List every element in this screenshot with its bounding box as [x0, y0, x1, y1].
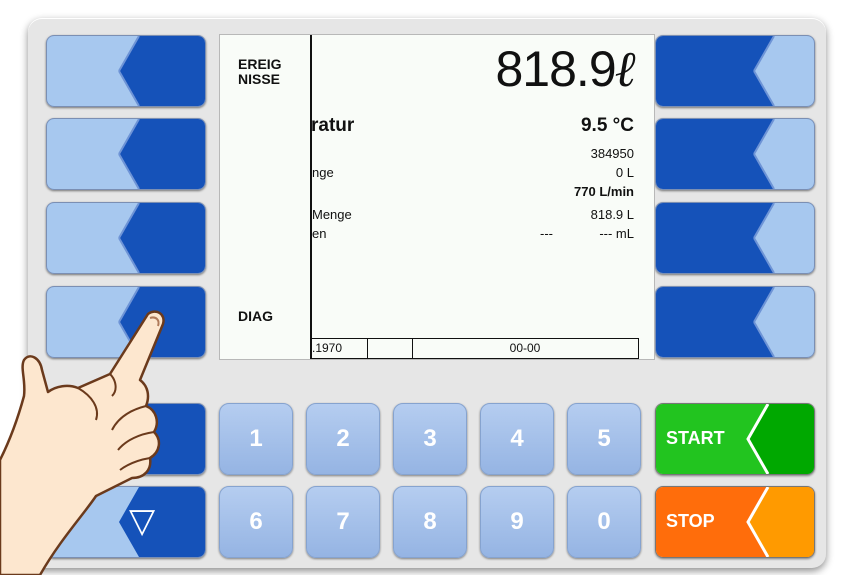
- menge-label: nge: [312, 165, 334, 180]
- status-date: .1970: [312, 339, 368, 358]
- key-2[interactable]: 2: [306, 403, 380, 475]
- softkey-left-1[interactable]: [46, 35, 206, 107]
- en-label: en: [312, 226, 327, 241]
- start-button[interactable]: START: [655, 403, 815, 475]
- softkey-right-2[interactable]: [655, 118, 815, 190]
- liter-unit-icon: ℓ: [615, 39, 637, 98]
- key-3[interactable]: 3: [393, 403, 467, 475]
- pointing-hand-icon: [0, 310, 165, 575]
- key-7[interactable]: 7: [306, 486, 380, 558]
- stop-button[interactable]: STOP: [655, 486, 815, 558]
- status-code: 00-00: [509, 341, 541, 355]
- softkey-left-3[interactable]: [46, 202, 206, 274]
- key-4[interactable]: 4: [480, 403, 554, 475]
- en-value-1: ---: [540, 226, 553, 241]
- volume-readout: 818.9ℓ: [495, 39, 638, 98]
- total-menge-label: Menge: [312, 207, 352, 222]
- counter-value: 384950: [590, 146, 634, 161]
- softkey-left-2[interactable]: [46, 118, 206, 190]
- en-value-2: --- mL: [599, 226, 634, 241]
- menge-value: 0 L: [615, 165, 634, 180]
- key-5[interactable]: 5: [567, 403, 641, 475]
- key-0[interactable]: 0: [567, 486, 641, 558]
- temperature-label: ratur: [311, 115, 355, 136]
- volume-value: 818.9: [495, 41, 617, 97]
- flow-rate-value: 770 L/min: [574, 184, 634, 199]
- start-label: START: [666, 428, 725, 448]
- diag-label: DIAG: [238, 308, 273, 324]
- temperature-value: 9.5 °C: [580, 115, 634, 136]
- screen-divider: [310, 35, 312, 359]
- key-9[interactable]: 9: [480, 486, 554, 558]
- softkey-right-3[interactable]: [655, 202, 815, 274]
- softkey-right-4[interactable]: [655, 286, 815, 358]
- events-label-line2: NISSE: [238, 71, 281, 87]
- status-blank: [368, 339, 413, 358]
- stop-label: STOP: [666, 511, 715, 531]
- key-6[interactable]: 6: [219, 486, 293, 558]
- display-screen: EREIG NISSE DIAG 818.9ℓ ratur 9.5 °C 384…: [219, 34, 655, 360]
- events-label-line1: EREIG: [238, 56, 282, 72]
- total-menge-value: 818.9 L: [590, 207, 634, 222]
- softkey-right-1[interactable]: [655, 35, 815, 107]
- status-bar: .1970 00-00: [312, 338, 639, 359]
- key-1[interactable]: 1: [219, 403, 293, 475]
- key-8[interactable]: 8: [393, 486, 467, 558]
